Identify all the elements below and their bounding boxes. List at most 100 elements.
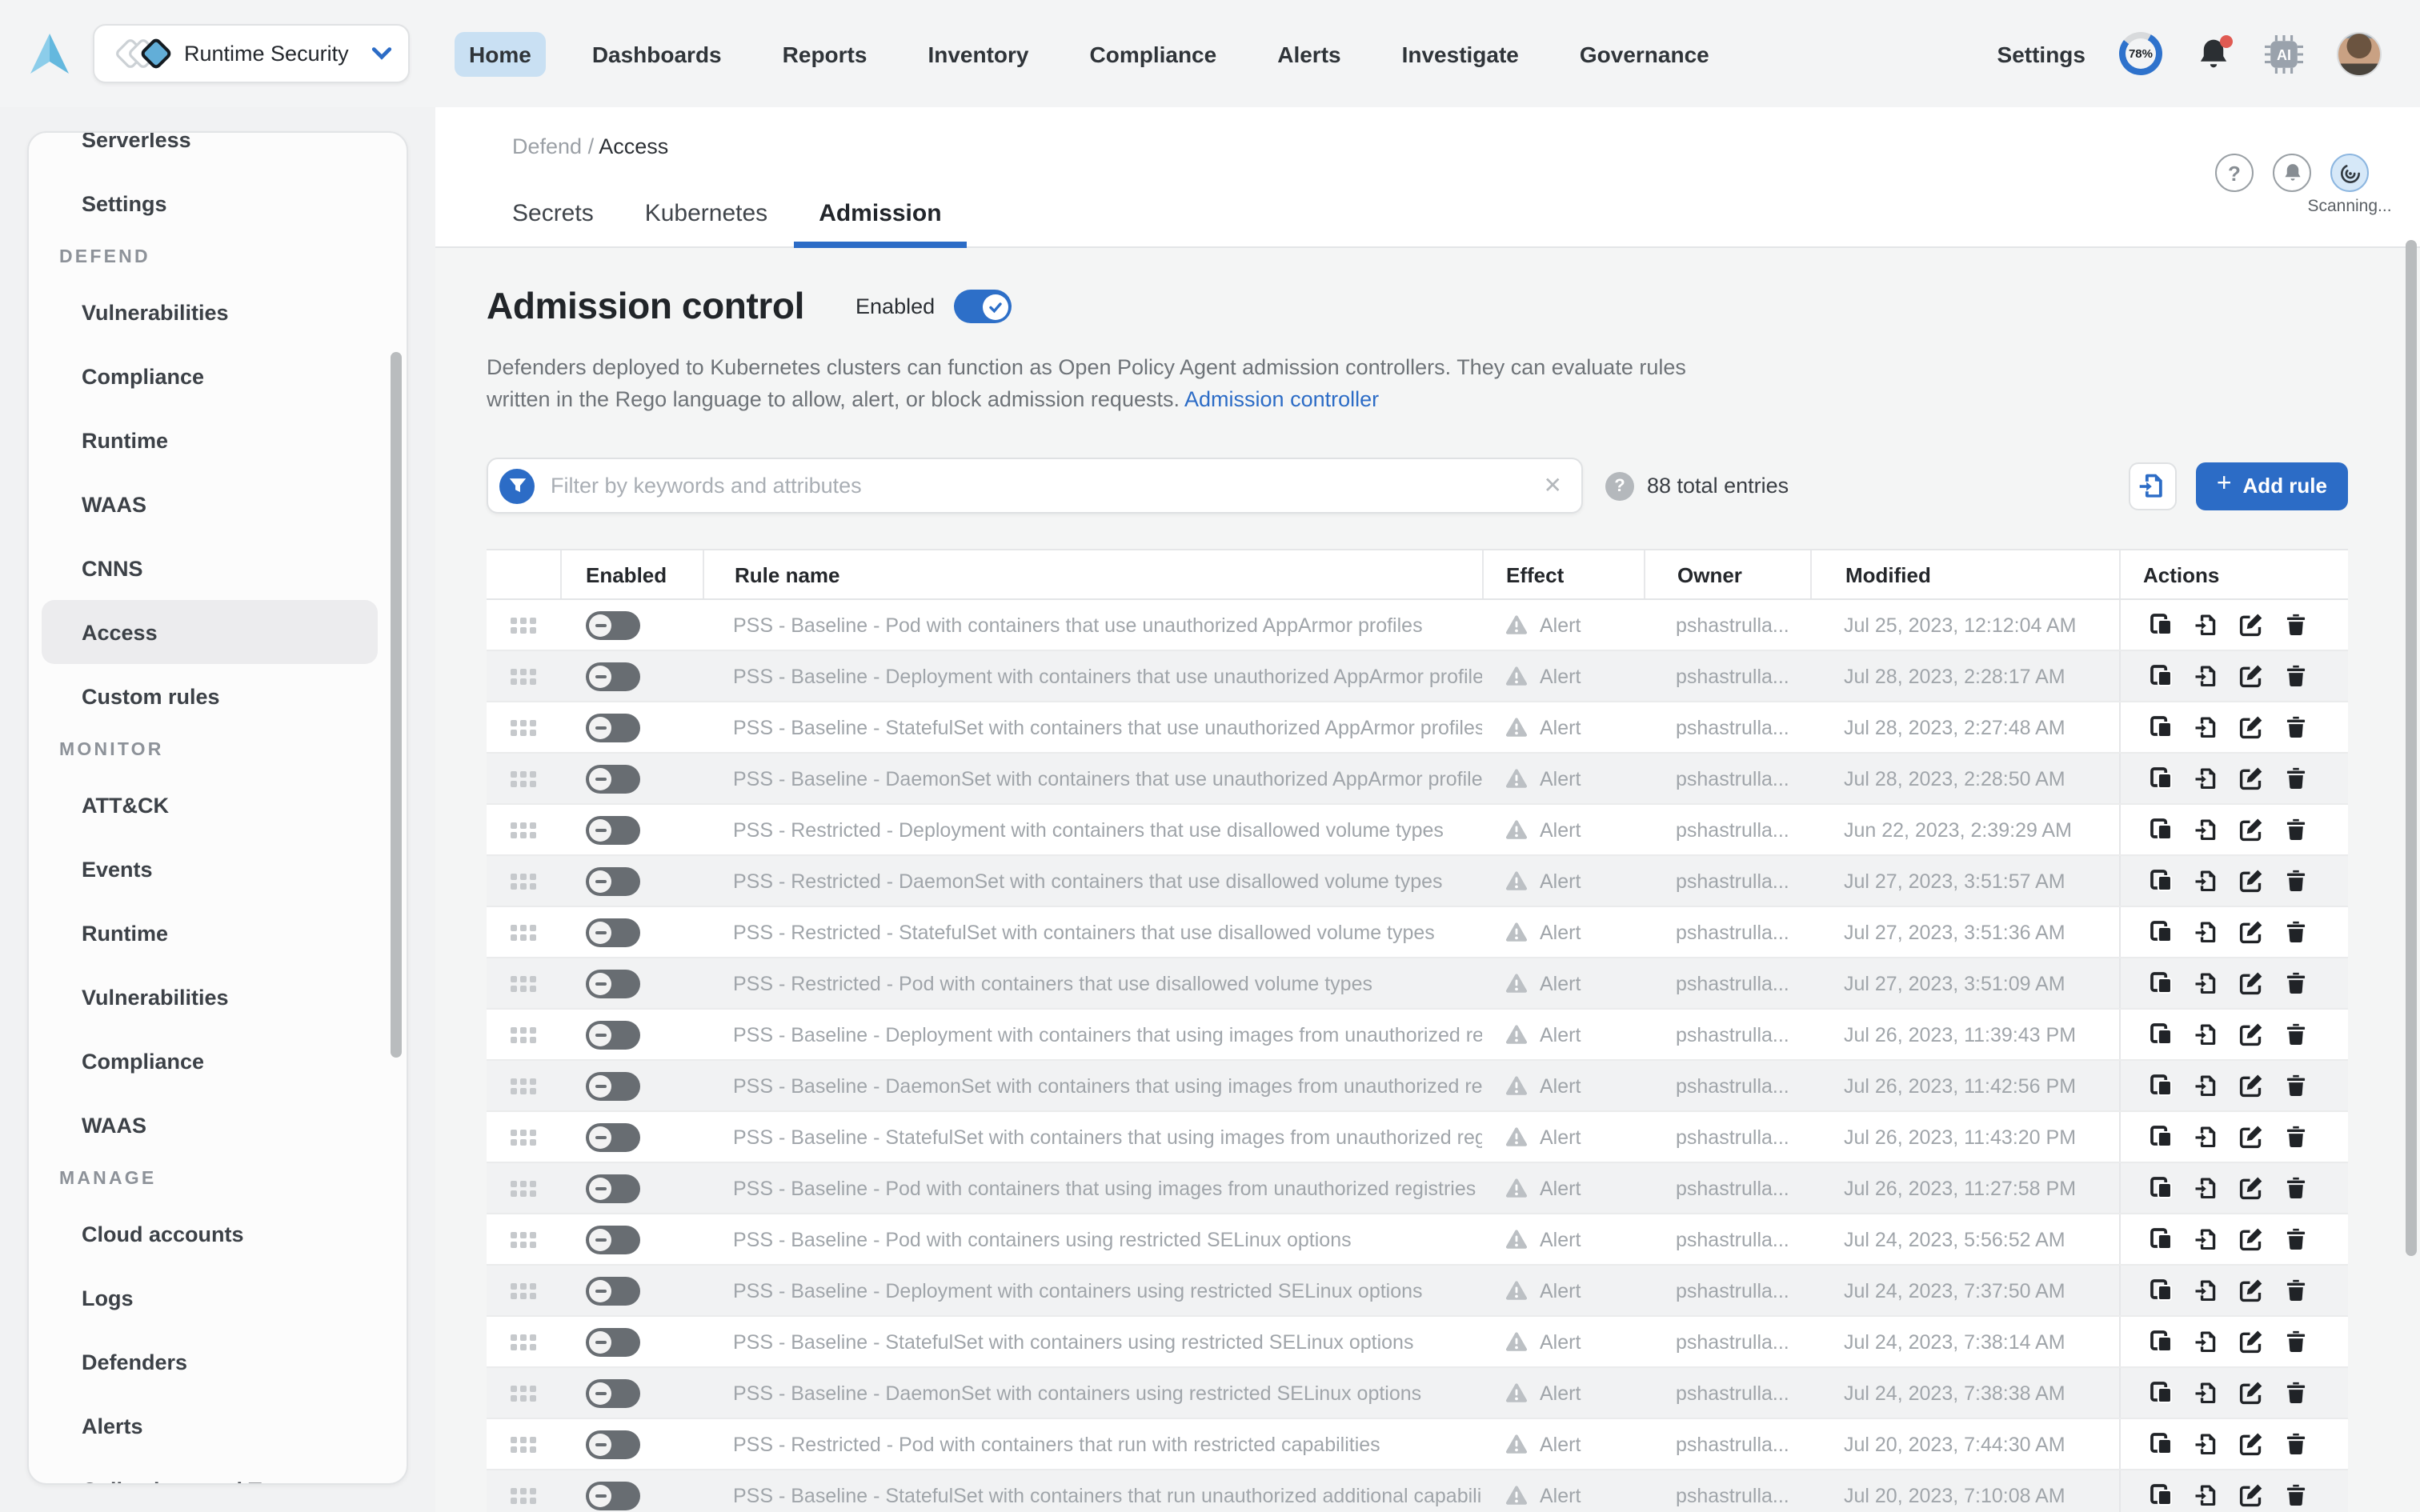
edit-rule-icon[interactable] [2239,1176,2263,1200]
sidebar-entry[interactable]: Compliance [42,344,378,408]
copy-rule-icon[interactable] [2150,818,2174,842]
copy-rule-icon[interactable] [2150,1278,2174,1302]
scanning-status-button[interactable]: Scanning... [2330,154,2369,192]
edit-rule-icon[interactable] [2239,766,2263,790]
copy-rule-icon[interactable] [2150,1483,2174,1507]
sidebar-entry[interactable]: Settings [42,171,378,235]
delete-rule-icon[interactable] [2284,1381,2308,1405]
sidebar-entry[interactable]: Runtime [42,901,378,965]
export-rule-icon[interactable] [2194,818,2218,842]
settings-link[interactable]: Settings [1997,41,2085,66]
rule-name-cell[interactable]: PSS - Baseline - DaemonSet with containe… [703,1368,1482,1418]
tab[interactable]: Secrets [487,200,619,246]
rule-name-cell[interactable]: PSS - Restricted - Pod with containers t… [703,1419,1482,1469]
rule-name-cell[interactable]: PSS - Baseline - Pod with containers tha… [703,1163,1482,1213]
drag-handle-icon[interactable] [511,822,536,838]
sidebar-entry[interactable]: Compliance [42,1029,378,1093]
rule-name-cell[interactable]: PSS - Baseline - Deployment with contain… [703,1010,1482,1059]
drag-handle-icon[interactable] [511,719,536,735]
add-rule-button[interactable]: + Add rule [2196,462,2348,510]
export-rule-icon[interactable] [2194,1125,2218,1149]
breadcrumb-parent[interactable]: Defend [512,134,582,158]
drag-handle-icon[interactable] [511,1282,536,1298]
sidebar-entry[interactable]: Serverless [42,131,378,171]
rule-toggle[interactable] [586,1122,640,1151]
edit-rule-icon[interactable] [2239,1330,2263,1354]
nav-item[interactable]: Home [455,31,546,76]
edit-rule-icon[interactable] [2239,664,2263,688]
rule-toggle[interactable] [586,662,640,690]
notifications-bell-button[interactable] [2196,34,2231,73]
edit-rule-icon[interactable] [2239,1432,2263,1456]
delete-rule-icon[interactable] [2284,613,2308,637]
nav-item[interactable]: Reports [768,31,882,76]
rule-toggle[interactable] [586,1225,640,1254]
delete-rule-icon[interactable] [2284,1432,2308,1456]
copy-rule-icon[interactable] [2150,1381,2174,1405]
copy-rule-icon[interactable] [2150,971,2174,995]
sidebar-scrollbar[interactable] [391,352,402,1058]
tab[interactable]: Admission [793,200,967,246]
rule-name-cell[interactable]: PSS - Restricted - DaemonSet with contai… [703,856,1482,906]
rule-name-cell[interactable]: PSS - Restricted - Pod with containers t… [703,958,1482,1008]
tab[interactable]: Kubernetes [619,200,793,246]
edit-rule-icon[interactable] [2239,1278,2263,1302]
copy-rule-icon[interactable] [2150,1074,2174,1098]
drag-handle-icon[interactable] [511,1436,536,1452]
product-switcher-dropdown[interactable]: Runtime Security [93,24,410,83]
export-rule-icon[interactable] [2194,1483,2218,1507]
delete-rule-icon[interactable] [2284,869,2308,893]
drag-handle-icon[interactable] [511,1231,536,1247]
copy-rule-icon[interactable] [2150,1227,2174,1251]
entries-help-icon[interactable]: ? [1605,471,1634,500]
edit-rule-icon[interactable] [2239,1022,2263,1046]
export-rule-icon[interactable] [2194,869,2218,893]
ai-copilot-icon[interactable]: AI [2265,34,2303,73]
drag-handle-icon[interactable] [511,617,536,633]
export-rule-icon[interactable] [2194,920,2218,944]
rule-toggle[interactable] [586,969,640,998]
drag-handle-icon[interactable] [511,1385,536,1401]
edit-rule-icon[interactable] [2239,818,2263,842]
delete-rule-icon[interactable] [2284,1227,2308,1251]
export-rule-icon[interactable] [2194,1432,2218,1456]
rule-toggle[interactable] [586,1327,640,1356]
clear-filter-icon[interactable]: ✕ [1544,472,1562,499]
nav-item[interactable]: Inventory [913,31,1043,76]
rule-name-column-header[interactable]: Rule name [703,550,1482,598]
rule-toggle[interactable] [586,1378,640,1407]
rule-toggle[interactable] [586,713,640,742]
copy-rule-icon[interactable] [2150,766,2174,790]
nav-item[interactable]: Compliance [1076,31,1232,76]
drag-handle-icon[interactable] [511,668,536,684]
edit-rule-icon[interactable] [2239,1227,2263,1251]
drag-handle-icon[interactable] [511,924,536,940]
rule-name-cell[interactable]: PSS - Baseline - StatefulSet with contai… [703,1317,1482,1366]
edit-rule-icon[interactable] [2239,613,2263,637]
delete-rule-icon[interactable] [2284,1074,2308,1098]
export-button[interactable] [2129,462,2177,510]
copy-rule-icon[interactable] [2150,664,2174,688]
rule-toggle[interactable] [586,815,640,844]
rule-name-cell[interactable]: PSS - Baseline - Deployment with contain… [703,651,1482,701]
delete-rule-icon[interactable] [2284,664,2308,688]
sidebar-entry[interactable]: WAAS [42,472,378,536]
delete-rule-icon[interactable] [2284,1022,2308,1046]
export-rule-icon[interactable] [2194,1176,2218,1200]
sidebar-entry[interactable]: Events [42,837,378,901]
delete-rule-icon[interactable] [2284,715,2308,739]
alerts-bell-button[interactable] [2273,154,2311,192]
delete-rule-icon[interactable] [2284,766,2308,790]
export-rule-icon[interactable] [2194,1330,2218,1354]
export-rule-icon[interactable] [2194,1227,2218,1251]
drag-handle-icon[interactable] [511,975,536,991]
delete-rule-icon[interactable] [2284,1483,2308,1507]
rule-toggle[interactable] [586,610,640,639]
rule-name-cell[interactable]: PSS - Baseline - Deployment with contain… [703,1266,1482,1315]
drag-handle-icon[interactable] [511,1180,536,1196]
copy-rule-icon[interactable] [2150,869,2174,893]
delete-rule-icon[interactable] [2284,1176,2308,1200]
edit-rule-icon[interactable] [2239,715,2263,739]
rule-toggle[interactable] [586,1276,640,1305]
modified-column-header[interactable]: Modified [1810,550,2119,598]
